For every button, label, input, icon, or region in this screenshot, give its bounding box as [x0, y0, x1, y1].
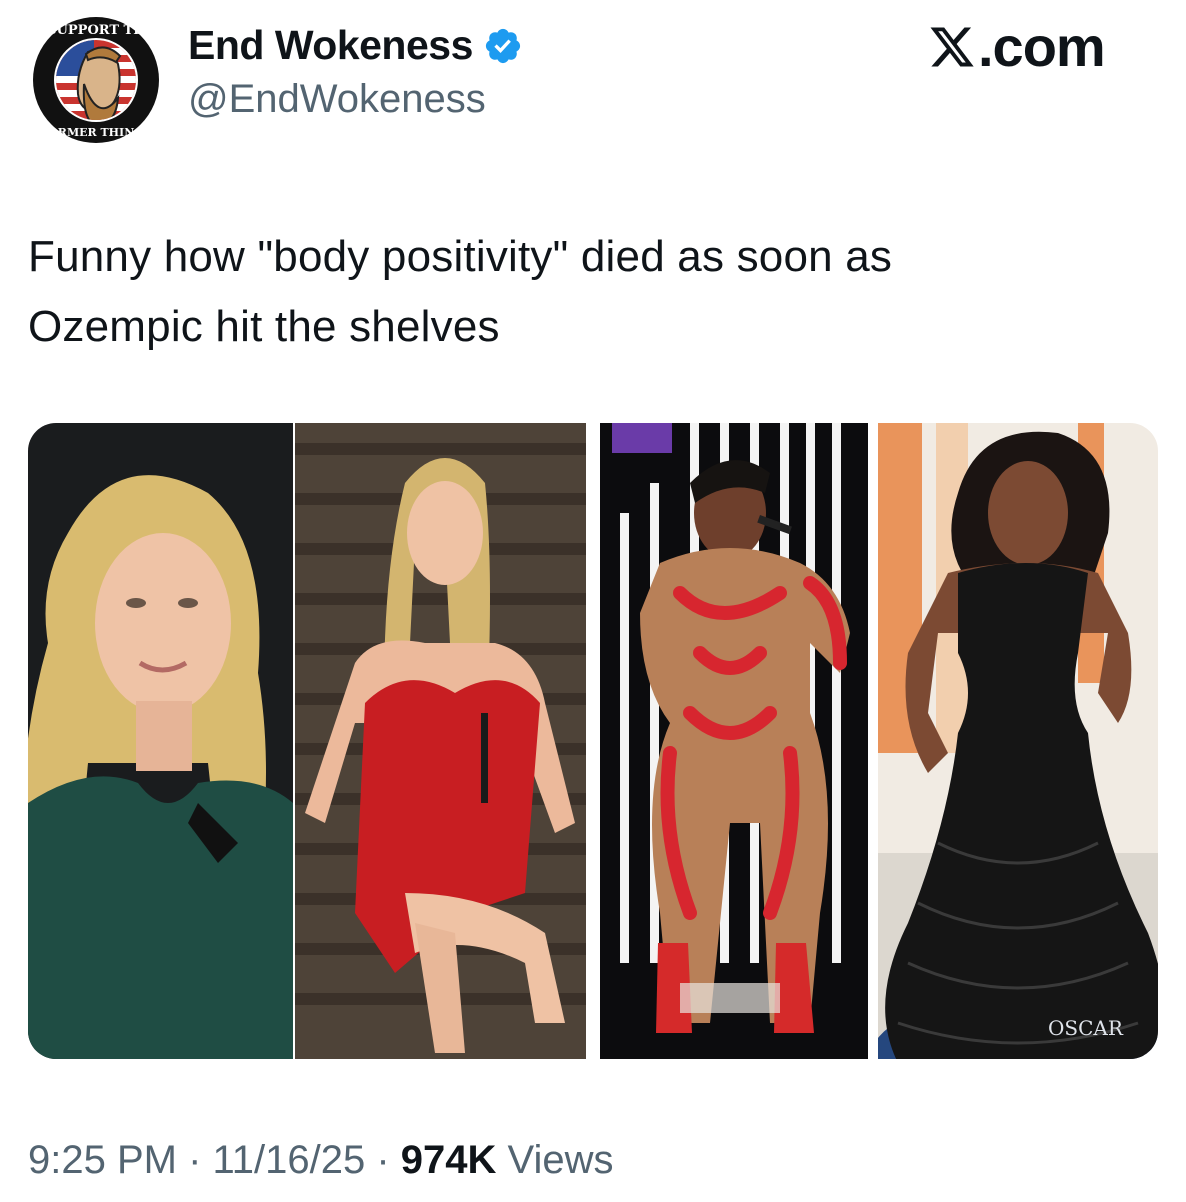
tweet-meta: 9:25 PM · 11/16/25 · 974K Views — [28, 1132, 614, 1188]
photo-4-caption: OSCAR — [1048, 1016, 1124, 1040]
media-photo-3[interactable] — [600, 423, 868, 1059]
tweet-text-line-1: Funny how "body positivity" died as soon… — [28, 232, 893, 281]
verified-badge-icon — [485, 28, 520, 64]
author-name-row[interactable]: End Wokeness — [188, 20, 523, 70]
media-photo-2[interactable] — [295, 423, 586, 1059]
media-photo-4[interactable]: OSCAR — [878, 423, 1158, 1059]
photo-woman-green-dress — [28, 423, 293, 1059]
author-handle[interactable]: @EndWokeness — [188, 74, 486, 124]
views-count[interactable]: 974K — [401, 1138, 497, 1182]
meta-separator: · — [176, 1138, 213, 1182]
support-former-things-badge-icon: I SUPPORT THE FORMER THINGS — [30, 14, 162, 146]
photo-performer-red-jumpsuit — [600, 423, 868, 1059]
photo-woman-black-gown: OSCAR — [878, 423, 1158, 1059]
tweet-text: Funny how "body positivity" died as soon… — [28, 222, 1148, 362]
tweet-media-grid[interactable]: OSCAR — [28, 423, 1158, 1059]
photo-woman-red-dress — [295, 423, 586, 1059]
media-photo-1[interactable] — [28, 423, 293, 1059]
x-com-brand: .com — [928, 14, 1106, 80]
author-display-name[interactable]: End Wokeness — [188, 20, 473, 70]
tweet-text-line-2: Ozempic hit the shelves — [28, 302, 500, 351]
x-logo-icon — [930, 27, 974, 67]
x-com-label: .com — [978, 15, 1106, 78]
author-avatar[interactable]: I SUPPORT THE FORMER THINGS — [30, 14, 162, 146]
meta-separator: · — [365, 1138, 401, 1182]
avatar-text-bottom: FORMER THINGS — [40, 126, 151, 139]
views-label: Views — [496, 1138, 614, 1182]
avatar-text-top: I SUPPORT THE — [37, 23, 156, 38]
tweet-time[interactable]: 9:25 PM — [28, 1138, 177, 1182]
tweet-date[interactable]: 11/16/25 — [213, 1138, 366, 1182]
